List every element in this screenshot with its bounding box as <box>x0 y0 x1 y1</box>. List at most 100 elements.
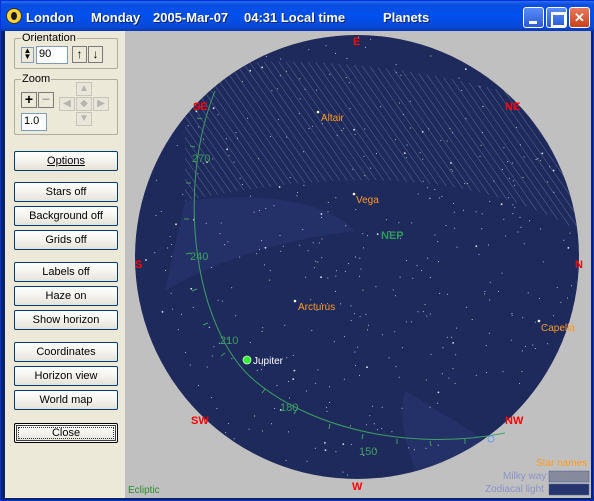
close-window-button[interactable]: ✕ <box>569 7 590 28</box>
options-button[interactable]: Options <box>14 151 118 171</box>
pan-left-icon[interactable]: ◀ <box>59 97 75 111</box>
orientation-spinner[interactable]: ▲ ▼ <box>21 47 34 63</box>
pan-up-icon[interactable]: ▲ <box>76 82 92 96</box>
background-star <box>216 408 218 410</box>
background-star <box>242 80 244 82</box>
legend-milky-way-shade <box>549 471 589 482</box>
minimize-button[interactable] <box>523 7 544 28</box>
background-star <box>556 287 558 288</box>
background-star <box>479 155 481 157</box>
background-star <box>345 77 347 78</box>
background-star <box>422 311 424 313</box>
star-altair-label[interactable]: Altair <box>321 113 344 124</box>
background-star <box>307 250 309 252</box>
legend-zodiacal-light[interactable]: Zodiacal light <box>485 484 544 495</box>
object-marker[interactable] <box>487 435 495 443</box>
background-star <box>553 191 555 193</box>
background-star <box>344 336 345 338</box>
background-star <box>231 358 233 360</box>
background-star <box>308 49 310 51</box>
background-star <box>224 244 226 246</box>
star-arcturus-label[interactable]: Arcturus <box>298 302 335 313</box>
maximize-button[interactable] <box>546 7 567 28</box>
background-star <box>359 316 361 318</box>
pan-center-icon[interactable]: ◆ <box>76 97 92 111</box>
show-horizon-button[interactable]: Show horizon <box>14 310 118 330</box>
background-star <box>571 285 573 287</box>
arrow-down-button[interactable]: ↓ <box>88 46 103 63</box>
background-star <box>299 244 301 246</box>
background-star <box>395 366 397 368</box>
background-star <box>271 90 273 92</box>
horizon-label: Show horizon <box>32 314 100 326</box>
background-toggle-button[interactable]: Background off <box>14 206 118 226</box>
ecliptic-tick-180: 180 <box>280 402 298 414</box>
background-star <box>341 130 343 131</box>
background-star <box>560 301 562 303</box>
background-star <box>192 307 194 308</box>
title-bar[interactable]: London Monday 2005-Mar-07 04:31 Local ti… <box>1 1 594 31</box>
star-vega-dot[interactable] <box>352 192 356 196</box>
stars-toggle-button[interactable]: Stars off <box>14 182 118 202</box>
pan-right-icon[interactable]: ▶ <box>93 97 109 111</box>
background-star <box>321 238 323 240</box>
background-star <box>520 226 522 228</box>
zoom-in-button[interactable]: + <box>21 92 37 108</box>
background-star <box>406 260 408 262</box>
labels-toggle-button[interactable]: Labels off <box>14 262 118 282</box>
zoom-out-button[interactable]: − <box>38 92 54 108</box>
sky-view[interactable]: 270 240 210 180 150 E SE NE S N SW NW W … <box>125 31 591 498</box>
background-star <box>534 321 536 323</box>
horizon-view-button[interactable]: Horizon view <box>14 366 118 386</box>
arrow-up-button[interactable]: ↑ <box>72 46 87 63</box>
pan-down-icon[interactable]: ▼ <box>76 112 92 126</box>
background-star <box>503 147 505 149</box>
legend-star-names[interactable]: Star names <box>536 458 587 469</box>
coordinates-button[interactable]: Coordinates <box>14 342 118 362</box>
background-star <box>376 233 379 236</box>
background-star <box>321 217 323 218</box>
background-star <box>227 241 229 243</box>
background-star <box>446 293 448 295</box>
background-star <box>249 342 251 343</box>
background-star <box>296 195 298 197</box>
background-star <box>189 364 191 366</box>
orientation-input[interactable]: 90 <box>36 46 68 64</box>
star-capella-label[interactable]: Capella <box>541 323 575 334</box>
background-star <box>208 326 210 328</box>
grids-toggle-button[interactable]: Grids off <box>14 230 118 250</box>
background-star <box>529 220 530 222</box>
star-arcturus-dot[interactable] <box>293 299 297 303</box>
background-star <box>403 152 406 154</box>
background-star <box>481 132 483 133</box>
background-star <box>213 346 215 348</box>
background-star <box>293 369 296 372</box>
ecliptic-tick-270: 270 <box>192 153 210 165</box>
background-star <box>504 235 506 237</box>
zoom-input[interactable]: 1.0 <box>21 113 47 131</box>
star-altair-dot[interactable] <box>316 110 320 114</box>
star-vega-label[interactable]: Vega <box>356 195 379 206</box>
star-capella-dot[interactable] <box>537 319 541 323</box>
background-star <box>321 257 323 259</box>
planet-jupiter-icon[interactable] <box>242 355 252 365</box>
background-star <box>429 406 431 408</box>
world-map-button[interactable]: World map <box>14 390 118 410</box>
background-star <box>342 443 345 445</box>
background-star <box>362 233 364 235</box>
background-star <box>167 247 169 249</box>
legend-milky-way[interactable]: Milky way <box>503 471 546 482</box>
background-star <box>279 75 281 77</box>
background-star <box>329 386 330 388</box>
haze-toggle-button[interactable]: Haze on <box>14 286 118 306</box>
sky-map[interactable]: 270 240 210 180 150 E SE NE S N SW NW W … <box>125 31 591 498</box>
planet-jupiter-label[interactable]: Jupiter <box>253 356 284 367</box>
legend-ecliptic[interactable]: Ecliptic <box>128 485 160 496</box>
background-star <box>320 276 322 279</box>
background-star <box>481 228 483 230</box>
background-star <box>450 162 452 164</box>
background-star <box>514 184 516 186</box>
app-icon[interactable] <box>6 8 22 24</box>
close-button[interactable]: Close <box>14 423 118 443</box>
background-star <box>475 374 477 376</box>
